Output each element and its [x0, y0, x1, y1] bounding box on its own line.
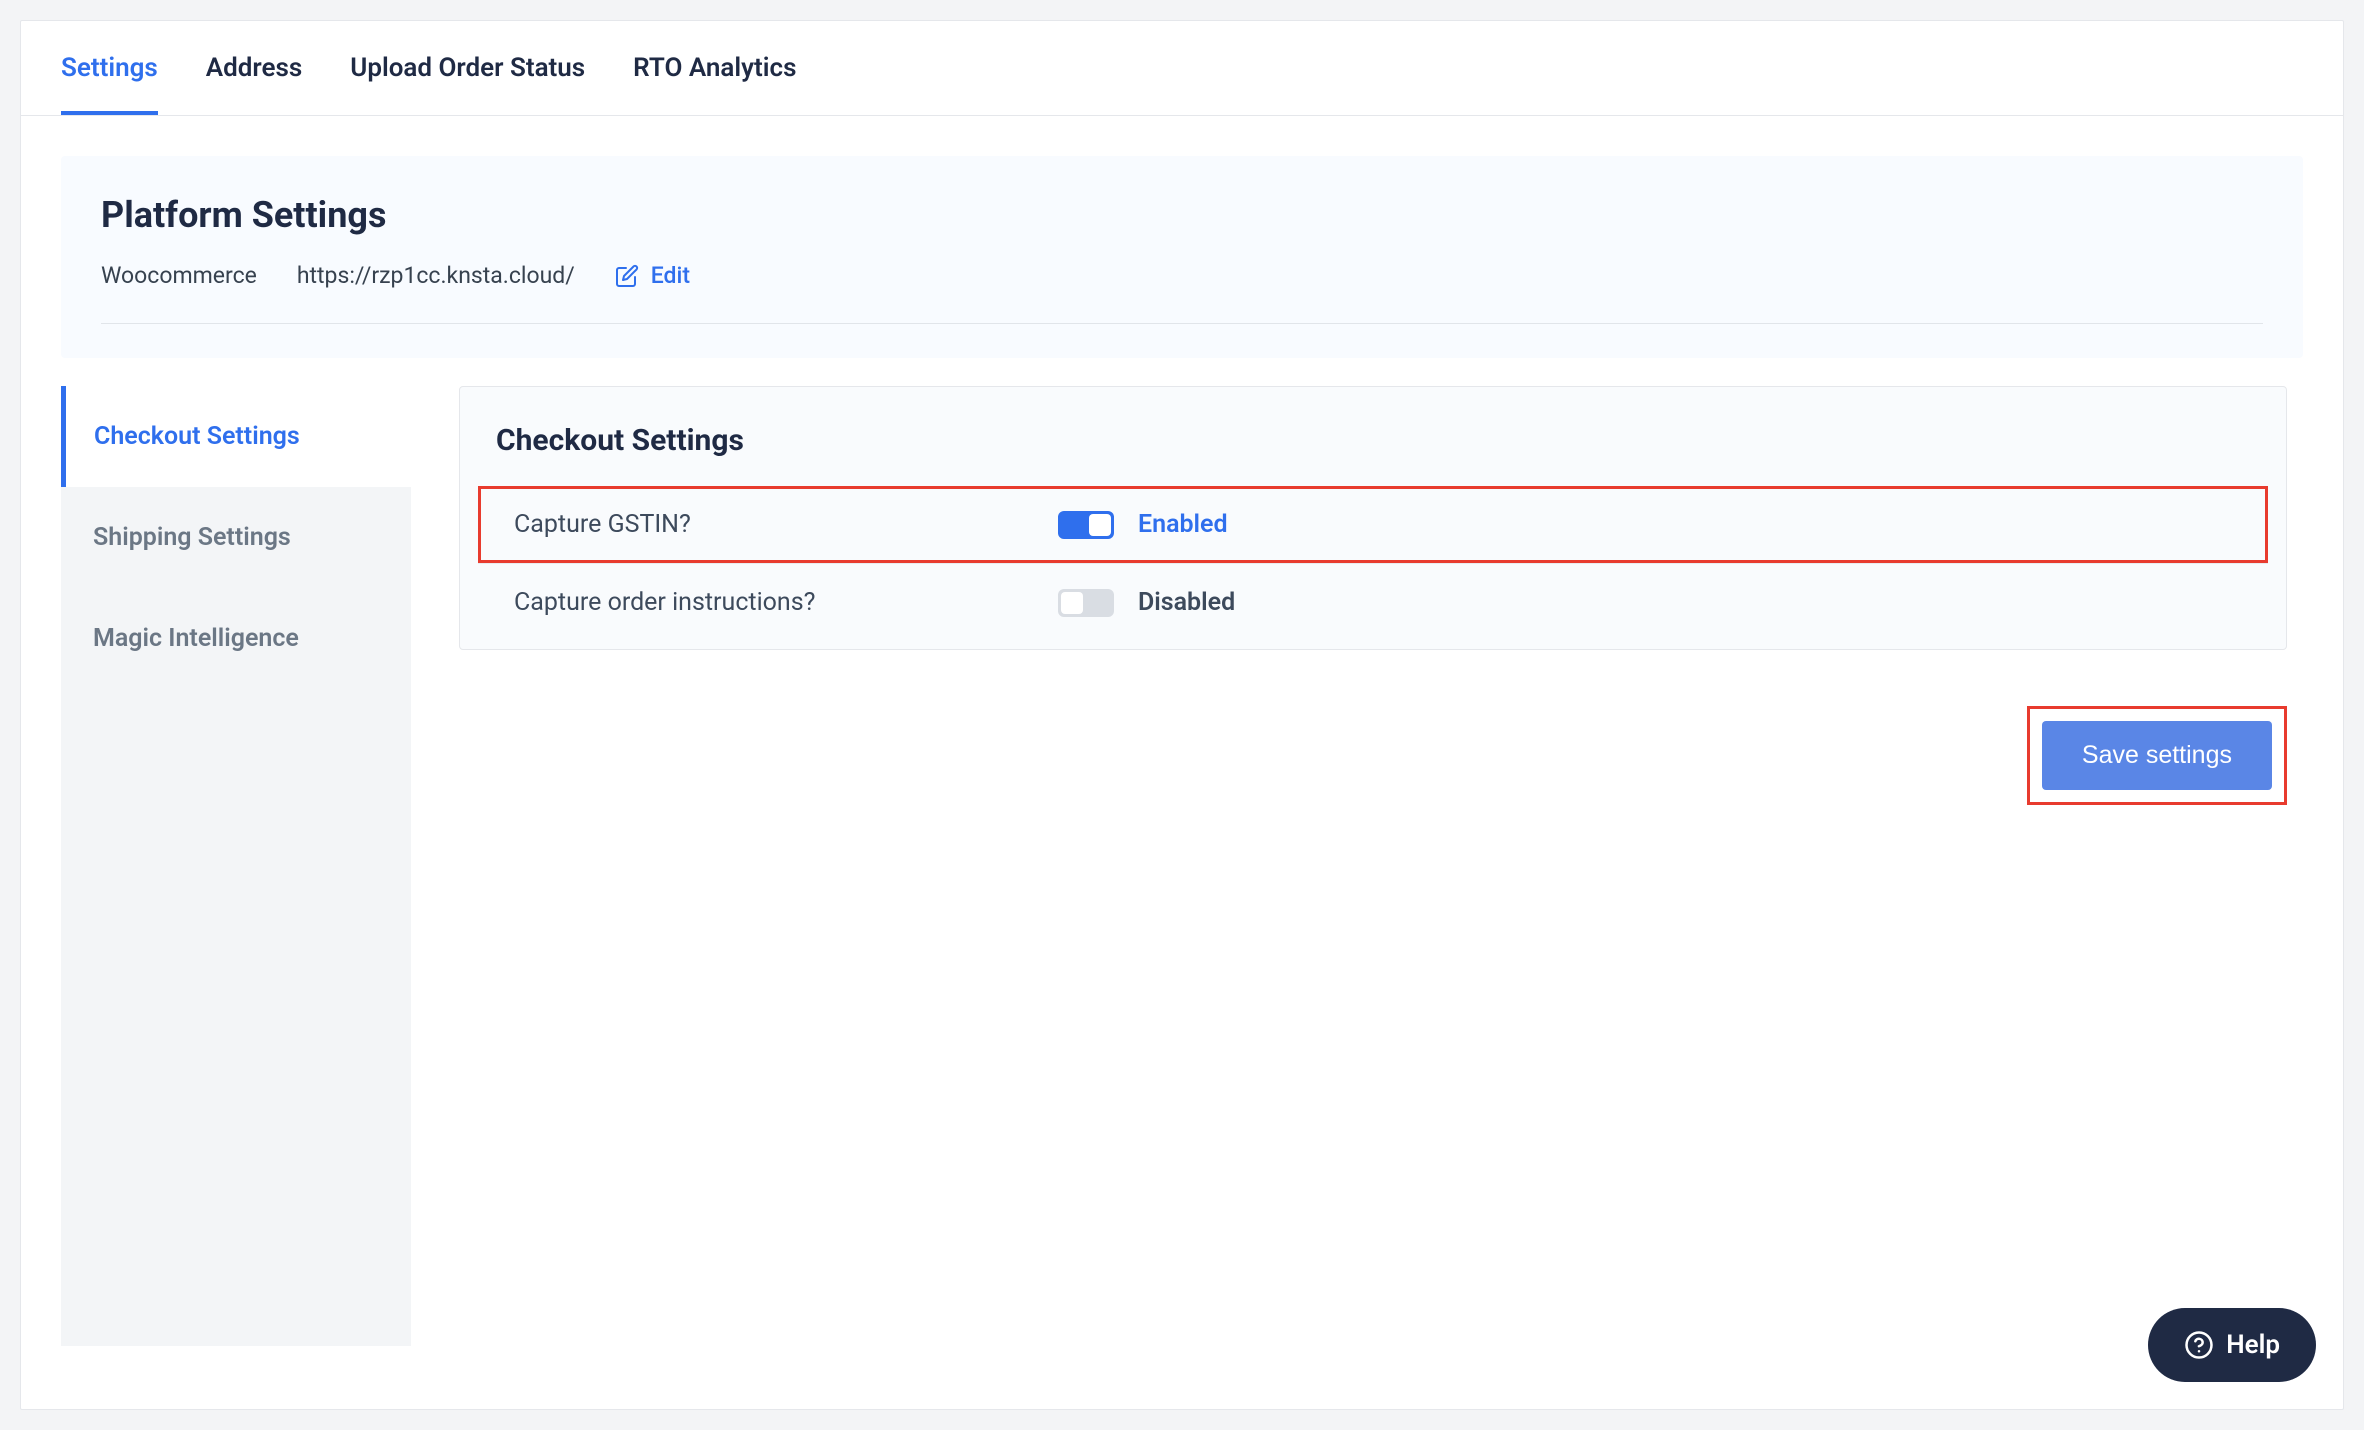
- checkout-settings-card: Checkout Settings Capture GSTIN? Enabled…: [459, 386, 2287, 650]
- platform-divider: [101, 323, 2263, 324]
- help-widget[interactable]: Help: [2148, 1308, 2316, 1382]
- settings-side-nav: Checkout Settings Shipping Settings Magi…: [61, 386, 411, 1346]
- content-column: Checkout Settings Capture GSTIN? Enabled…: [459, 386, 2303, 1346]
- toggle-capture-order-instructions[interactable]: [1058, 589, 1114, 617]
- edit-platform-link[interactable]: Edit: [615, 262, 690, 289]
- tab-settings[interactable]: Settings: [61, 21, 158, 115]
- side-item-magic-intelligence[interactable]: Magic Intelligence: [65, 588, 411, 689]
- help-icon: [2184, 1330, 2214, 1360]
- tab-address[interactable]: Address: [206, 21, 302, 115]
- setting-label-capture-order-instructions: Capture order instructions?: [514, 588, 1034, 617]
- setting-row-capture-gstin: Capture GSTIN? Enabled: [478, 486, 2268, 563]
- checkout-settings-title: Checkout Settings: [460, 423, 2286, 486]
- edit-icon: [615, 264, 639, 288]
- help-label: Help: [2226, 1330, 2280, 1360]
- save-highlight-box: Save settings: [2027, 706, 2287, 805]
- tab-rto-analytics[interactable]: RTO Analytics: [633, 21, 796, 115]
- state-label-capture-gstin: Enabled: [1138, 510, 1228, 539]
- toggle-capture-gstin[interactable]: [1058, 511, 1114, 539]
- setting-label-capture-gstin: Capture GSTIN?: [514, 510, 1034, 539]
- platform-name: Woocommerce: [101, 262, 257, 289]
- save-settings-button[interactable]: Save settings: [2042, 721, 2272, 790]
- top-tabs: Settings Address Upload Order Status RTO…: [21, 21, 2343, 116]
- save-wrap: Save settings: [459, 706, 2287, 805]
- tab-upload-order-status[interactable]: Upload Order Status: [350, 21, 585, 115]
- edit-label: Edit: [651, 262, 690, 289]
- settings-body: Checkout Settings Shipping Settings Magi…: [61, 386, 2303, 1346]
- state-label-capture-order-instructions: Disabled: [1138, 588, 1235, 617]
- side-item-checkout-settings[interactable]: Checkout Settings: [61, 386, 411, 487]
- main-panel: Settings Address Upload Order Status RTO…: [20, 20, 2344, 1410]
- platform-info-row: Woocommerce https://rzp1cc.knsta.cloud/ …: [101, 262, 2263, 289]
- platform-settings-title: Platform Settings: [101, 194, 2263, 236]
- inner-wrap: Platform Settings Woocommerce https://rz…: [21, 116, 2343, 1386]
- platform-url: https://rzp1cc.knsta.cloud/: [297, 262, 575, 289]
- platform-settings-panel: Platform Settings Woocommerce https://rz…: [61, 156, 2303, 358]
- side-item-shipping-settings[interactable]: Shipping Settings: [65, 487, 411, 588]
- setting-row-capture-order-instructions: Capture order instructions? Disabled: [478, 564, 2268, 641]
